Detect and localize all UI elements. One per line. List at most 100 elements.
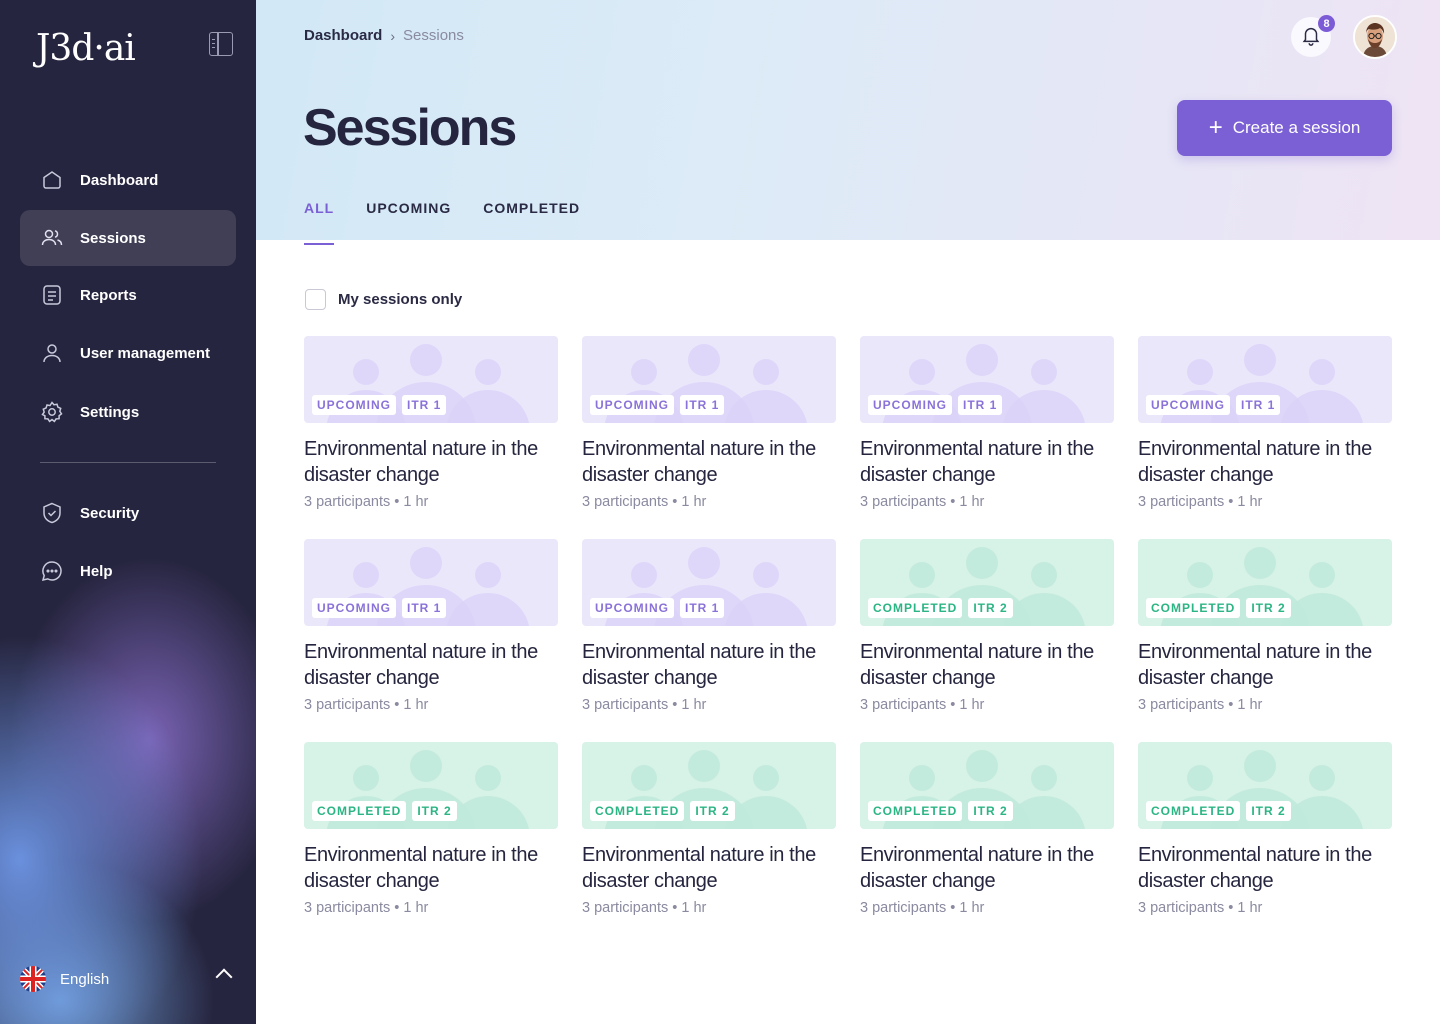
users-icon	[40, 226, 64, 250]
session-card[interactable]: UPCOMING ITR 1 Environmental nature in t…	[860, 336, 1114, 520]
status-badge: UPCOMING	[312, 598, 396, 618]
session-duration: 1 hr	[681, 900, 707, 916]
session-duration: 1 hr	[959, 900, 985, 916]
session-card[interactable]: COMPLETED ITR 2 Environmental nature in …	[304, 742, 558, 926]
session-badges: COMPLETED ITR 2	[312, 801, 463, 821]
session-participants: 3 participants	[304, 900, 391, 916]
chevron-up-icon	[215, 968, 233, 986]
session-duration: 1 hr	[1237, 900, 1263, 916]
session-card[interactable]: COMPLETED ITR 2 Environmental nature in …	[1138, 539, 1392, 723]
session-title: Environmental nature in the disaster cha…	[304, 844, 538, 892]
session-badges: UPCOMING ITR 1	[590, 395, 730, 415]
tab-all[interactable]: ALL	[304, 200, 335, 245]
app-logo[interactable]: J3d·ai	[36, 28, 136, 69]
session-thumbnail: UPCOMING ITR 1	[860, 336, 1114, 423]
session-card[interactable]: COMPLETED ITR 2 Environmental nature in …	[860, 539, 1114, 723]
session-duration: 1 hr	[403, 494, 429, 510]
session-card[interactable]: COMPLETED ITR 2 Environmental nature in …	[1138, 742, 1392, 926]
sidebar-item-sessions[interactable]: Sessions	[20, 210, 236, 266]
session-title: Environmental nature in the disaster cha…	[860, 438, 1094, 486]
iteration-badge: ITR 1	[680, 598, 725, 618]
user-icon	[40, 341, 64, 365]
session-participants: 3 participants	[582, 494, 669, 510]
status-badge: COMPLETED	[312, 801, 407, 821]
page-title: Sessions	[303, 99, 517, 157]
sidebar-item-reports[interactable]: Reports	[20, 267, 236, 323]
status-badge: COMPLETED	[590, 801, 685, 821]
session-meta: 3 participants • 1 hr	[304, 900, 429, 916]
session-badges: UPCOMING ITR 1	[312, 395, 452, 415]
sidebar-item-label: Security	[80, 504, 140, 522]
session-duration: 1 hr	[681, 494, 707, 510]
breadcrumb-current: Sessions	[403, 27, 464, 44]
iteration-badge: ITR 2	[690, 801, 735, 821]
session-meta: 3 participants • 1 hr	[582, 697, 707, 713]
session-title: Environmental nature in the disaster cha…	[1138, 844, 1372, 892]
session-card[interactable]: COMPLETED ITR 2 Environmental nature in …	[582, 742, 836, 926]
sidebar-item-user-management[interactable]: User management	[20, 325, 236, 381]
session-participants: 3 participants	[582, 697, 669, 713]
session-badges: COMPLETED ITR 2	[868, 801, 1019, 821]
session-card[interactable]: UPCOMING ITR 1 Environmental nature in t…	[304, 539, 558, 723]
uk-flag-icon	[20, 966, 46, 992]
iteration-badge: ITR 1	[680, 395, 725, 415]
breadcrumb-dashboard-link[interactable]: Dashboard	[304, 27, 382, 44]
sidebar-item-settings[interactable]: Settings	[20, 384, 236, 440]
my-sessions-filter[interactable]: My sessions only	[305, 289, 462, 310]
session-badges: UPCOMING ITR 1	[312, 598, 452, 618]
session-badges: UPCOMING ITR 1	[1146, 395, 1286, 415]
session-card[interactable]: COMPLETED ITR 2 Environmental nature in …	[860, 742, 1114, 926]
iteration-badge: ITR 1	[1236, 395, 1281, 415]
session-grid: UPCOMING ITR 1 Environmental nature in t…	[304, 336, 1392, 926]
iteration-badge: ITR 2	[1246, 598, 1291, 618]
session-thumbnail: UPCOMING ITR 1	[582, 539, 836, 626]
status-badge: COMPLETED	[1146, 801, 1241, 821]
session-meta: 3 participants • 1 hr	[860, 697, 985, 713]
session-participants: 3 participants	[860, 900, 947, 916]
session-thumbnail: UPCOMING ITR 1	[1138, 336, 1392, 423]
status-badge: UPCOMING	[1146, 395, 1230, 415]
chat-bubble-icon	[40, 559, 64, 583]
my-sessions-label: My sessions only	[338, 291, 463, 308]
session-participants: 3 participants	[304, 494, 391, 510]
create-session-label: Create a session	[1232, 118, 1361, 137]
language-selector[interactable]: English	[20, 966, 236, 992]
avatar[interactable]	[1353, 15, 1397, 59]
my-sessions-checkbox[interactable]	[305, 289, 326, 310]
session-title: Environmental nature in the disaster cha…	[582, 438, 816, 486]
sidebar-item-label: Dashboard	[80, 171, 159, 189]
sidebar-item-security[interactable]: Security	[20, 485, 236, 541]
session-meta: 3 participants • 1 hr	[860, 494, 985, 510]
session-card[interactable]: UPCOMING ITR 1 Environmental nature in t…	[582, 336, 836, 520]
session-thumbnail: UPCOMING ITR 1	[582, 336, 836, 423]
language-label: English	[60, 970, 110, 988]
session-card[interactable]: UPCOMING ITR 1 Environmental nature in t…	[1138, 336, 1392, 520]
session-title: Environmental nature in the disaster cha…	[1138, 641, 1372, 689]
sidebar-item-label: Sessions	[80, 229, 146, 247]
home-icon	[40, 168, 64, 192]
tab-completed[interactable]: COMPLETED	[483, 200, 580, 245]
session-badges: COMPLETED ITR 2	[1146, 801, 1297, 821]
sidebar-collapse-icon[interactable]	[209, 32, 233, 56]
session-card[interactable]: UPCOMING ITR 1 Environmental nature in t…	[304, 336, 558, 520]
session-duration: 1 hr	[681, 697, 707, 713]
sidebar: J3d·ai Dashboard Sessions Reports User m…	[0, 0, 256, 1024]
session-participants: 3 participants	[582, 900, 669, 916]
sidebar-item-label: Help	[80, 562, 113, 580]
session-meta: 3 participants • 1 hr	[1138, 494, 1263, 510]
status-badge: COMPLETED	[868, 801, 963, 821]
sidebar-item-help[interactable]: Help	[20, 543, 236, 599]
tab-upcoming[interactable]: UPCOMING	[366, 200, 451, 245]
session-card[interactable]: UPCOMING ITR 1 Environmental nature in t…	[582, 539, 836, 723]
session-meta: 3 participants • 1 hr	[582, 900, 707, 916]
iteration-badge: ITR 2	[968, 801, 1013, 821]
session-title: Environmental nature in the disaster cha…	[860, 641, 1094, 689]
status-badge: COMPLETED	[868, 598, 963, 618]
session-thumbnail: COMPLETED ITR 2	[860, 539, 1114, 626]
sidebar-item-dashboard[interactable]: Dashboard	[20, 152, 236, 208]
iteration-badge: ITR 2	[1246, 801, 1291, 821]
session-title: Environmental nature in the disaster cha…	[304, 438, 538, 486]
session-duration: 1 hr	[403, 697, 429, 713]
create-session-button[interactable]: + Create a session	[1177, 100, 1392, 156]
session-title: Environmental nature in the disaster cha…	[304, 641, 538, 689]
